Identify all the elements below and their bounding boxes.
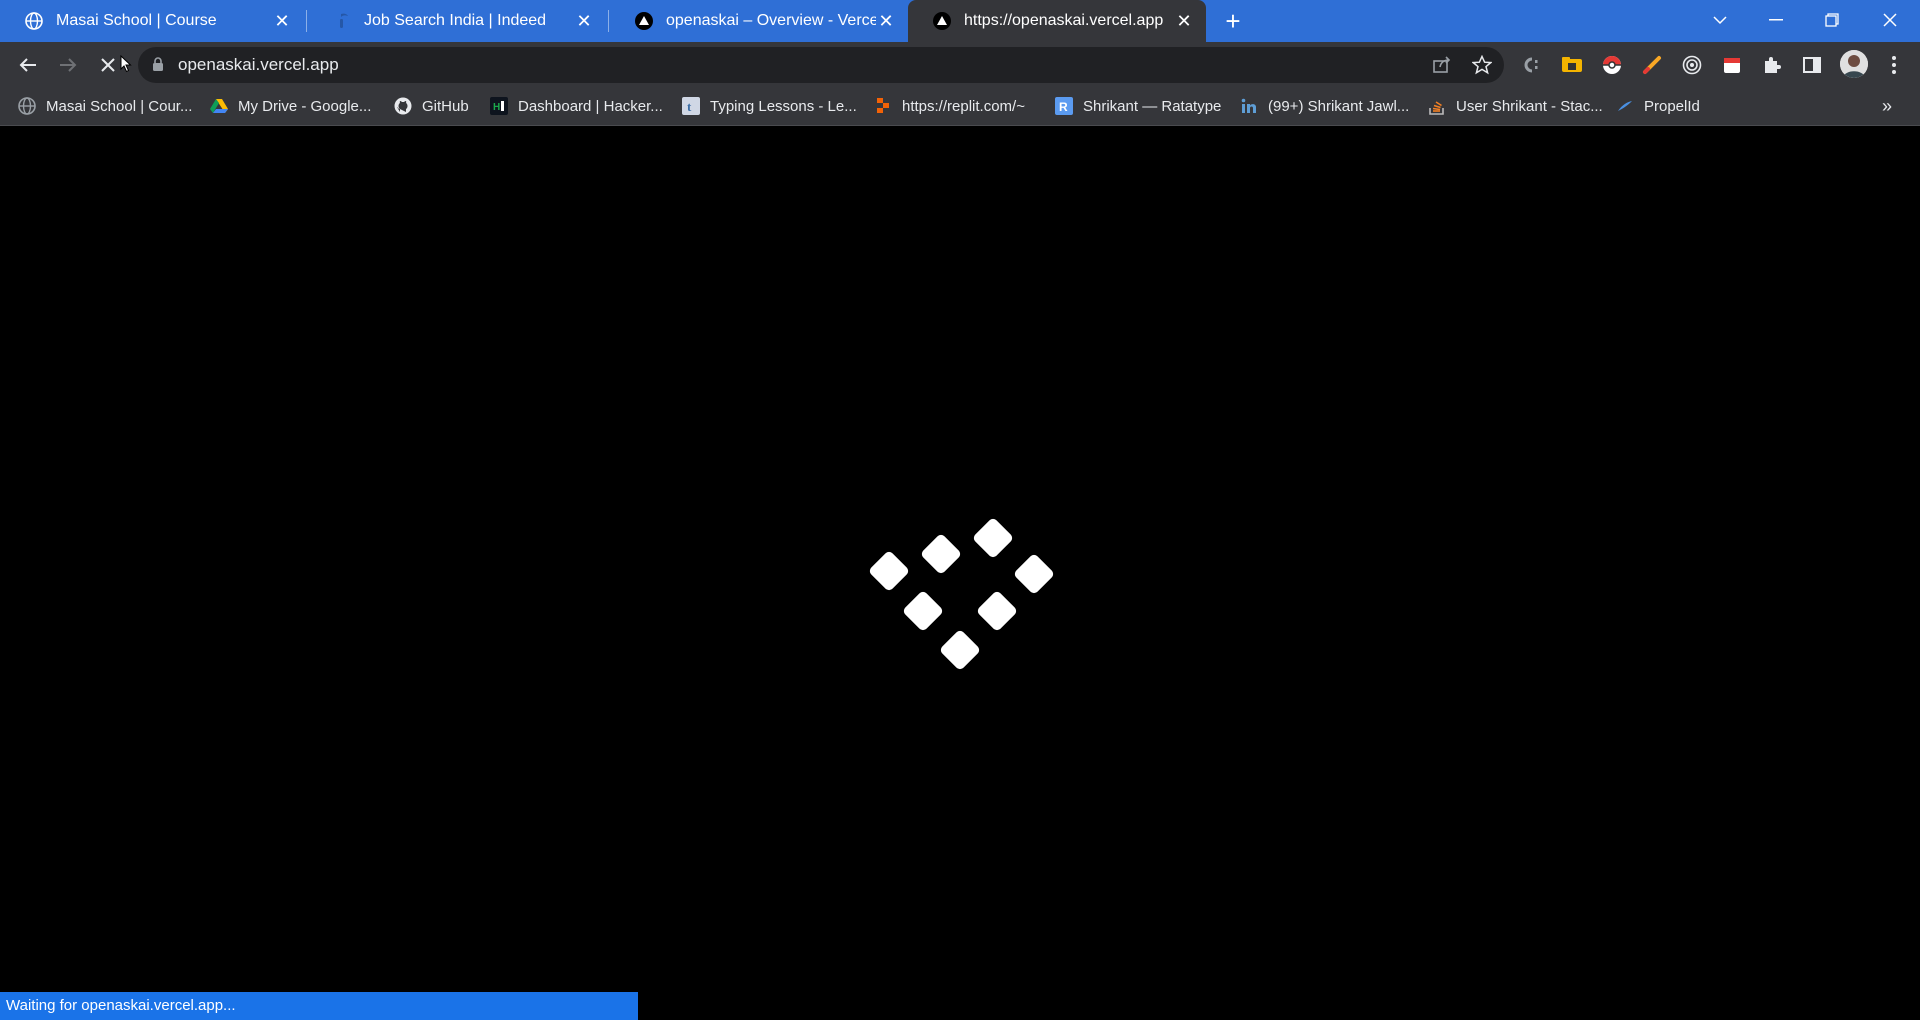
- page-content: [0, 127, 1920, 1020]
- replit-icon: [874, 97, 892, 115]
- extension-c-icon[interactable]: [1520, 54, 1542, 76]
- profile-avatar[interactable]: [1840, 50, 1868, 78]
- tab-title: openaskai – Overview - Vercel: [666, 12, 876, 29]
- bookmark-masai[interactable]: Masai School | Cour...: [18, 88, 192, 124]
- minimize-button[interactable]: [1748, 0, 1804, 40]
- tab-openaskai-app[interactable]: https://openaskai.vercel.app ✕: [908, 0, 1206, 42]
- linkedin-icon: [1240, 97, 1258, 115]
- bookmark-github[interactable]: GitHub: [394, 88, 469, 124]
- tab-vercel-overview[interactable]: openaskai – Overview - Vercel ✕: [610, 0, 908, 42]
- forward-button[interactable]: [52, 49, 84, 81]
- vercel-icon: [634, 11, 654, 31]
- spinner-diamond: [971, 516, 1015, 560]
- bookmarks-overflow-chevron-icon[interactable]: »: [1882, 88, 1892, 124]
- side-panel-icon[interactable]: [1801, 54, 1823, 76]
- tab-indeed[interactable]: Job Search India | Indeed ✕: [308, 0, 606, 42]
- status-bubble: Waiting for openaskai.vercel.app...: [0, 992, 638, 1020]
- spinner-diamond: [901, 589, 945, 633]
- ratatype-icon: R: [1055, 97, 1073, 115]
- indeed-icon: [332, 11, 352, 31]
- bookmark-label: Masai School | Cour...: [46, 97, 193, 115]
- bookmark-hackerrank[interactable]: H Dashboard | Hacker...: [490, 88, 663, 124]
- spinner-diamond: [867, 549, 911, 593]
- restore-button[interactable]: [1804, 0, 1860, 40]
- close-window-button[interactable]: [1862, 0, 1918, 40]
- tab-close-icon[interactable]: ✕: [574, 11, 594, 31]
- hackerrank-icon: H: [490, 97, 508, 115]
- svg-text:t: t: [687, 99, 692, 114]
- bookmark-star-icon[interactable]: [1472, 55, 1492, 75]
- spinner-diamond: [938, 628, 982, 672]
- bookmark-typing-lessons[interactable]: t Typing Lessons - Le...: [682, 88, 857, 124]
- extension-pokeball-icon[interactable]: [1601, 54, 1623, 76]
- tab-strip: Masai School | Course ✕ Job Search India…: [0, 0, 1920, 42]
- tab-search-chevron-icon[interactable]: [1692, 0, 1748, 40]
- tab-close-icon[interactable]: ✕: [876, 11, 896, 31]
- bookmark-label: GitHub: [422, 97, 469, 115]
- bookmark-label: https://replit.com/~: [902, 97, 1025, 115]
- bookmark-linkedin[interactable]: (99+) Shrikant Jawl...: [1240, 88, 1409, 124]
- propel-icon: [1616, 97, 1634, 115]
- bookmark-stackoverflow[interactable]: User Shrikant - Stac...: [1428, 88, 1603, 124]
- bookmark-label: PropelId: [1644, 97, 1700, 115]
- new-tab-button[interactable]: +: [1220, 8, 1246, 34]
- svg-text:R: R: [1059, 100, 1068, 114]
- svg-text:H: H: [493, 102, 500, 113]
- google-drive-icon: [210, 97, 228, 115]
- bookmark-replit[interactable]: https://replit.com/~: [874, 88, 1025, 124]
- tab-close-icon[interactable]: ✕: [272, 11, 292, 31]
- back-button[interactable]: [12, 49, 44, 81]
- tab-close-icon[interactable]: ✕: [1174, 11, 1194, 31]
- address-bar[interactable]: openaskai.vercel.app: [138, 47, 1504, 83]
- mouse-cursor-icon: [120, 55, 132, 73]
- tab-title: Job Search India | Indeed: [364, 12, 547, 29]
- bookmark-label: User Shrikant - Stac...: [1456, 97, 1603, 115]
- spinner-diamond: [975, 589, 1019, 633]
- lock-icon[interactable]: [152, 57, 164, 77]
- bookmarks-bar: Masai School | Cour... My Drive - Google…: [0, 88, 1920, 126]
- bookmark-label: Typing Lessons - Le...: [710, 97, 857, 115]
- stackoverflow-icon: [1428, 97, 1446, 115]
- browser-toolbar: openaskai.vercel.app: [0, 42, 1920, 88]
- extensions-puzzle-icon[interactable]: [1761, 54, 1783, 76]
- bookmark-label: (99+) Shrikant Jawl...: [1268, 97, 1410, 115]
- spinner-diamond: [919, 532, 963, 576]
- address-bar-url[interactable]: openaskai.vercel.app: [178, 47, 339, 83]
- chrome-menu-icon[interactable]: [1883, 54, 1905, 76]
- github-icon: [394, 97, 412, 115]
- extension-pen-icon[interactable]: [1641, 54, 1663, 76]
- extension-folder-icon[interactable]: [1561, 54, 1583, 76]
- tab-title: https://openaskai.vercel.app: [964, 12, 1164, 29]
- bookmark-ratatype[interactable]: R Shrikant — Ratatype: [1055, 88, 1221, 124]
- bookmark-label: Dashboard | Hacker...: [518, 97, 663, 115]
- tab-separator: [306, 10, 307, 32]
- tab-masai[interactable]: Masai School | Course ✕: [0, 0, 304, 42]
- bookmark-label: My Drive - Google...: [238, 97, 372, 115]
- share-icon[interactable]: [1432, 55, 1452, 75]
- globe-icon: [24, 11, 44, 31]
- globe-icon: [18, 97, 36, 115]
- vercel-icon: [932, 11, 952, 31]
- bookmark-propelid[interactable]: PropelId: [1616, 88, 1700, 124]
- extension-calendar-icon[interactable]: [1721, 54, 1743, 76]
- bookmark-google-drive[interactable]: My Drive - Google...: [210, 88, 371, 124]
- typing-icon: t: [682, 97, 700, 115]
- extension-target-icon[interactable]: [1681, 54, 1703, 76]
- bookmark-label: Shrikant — Ratatype: [1083, 97, 1222, 115]
- spinner-diamond: [1012, 552, 1056, 596]
- tab-title: Masai School | Course: [56, 12, 217, 29]
- tab-separator: [608, 10, 609, 32]
